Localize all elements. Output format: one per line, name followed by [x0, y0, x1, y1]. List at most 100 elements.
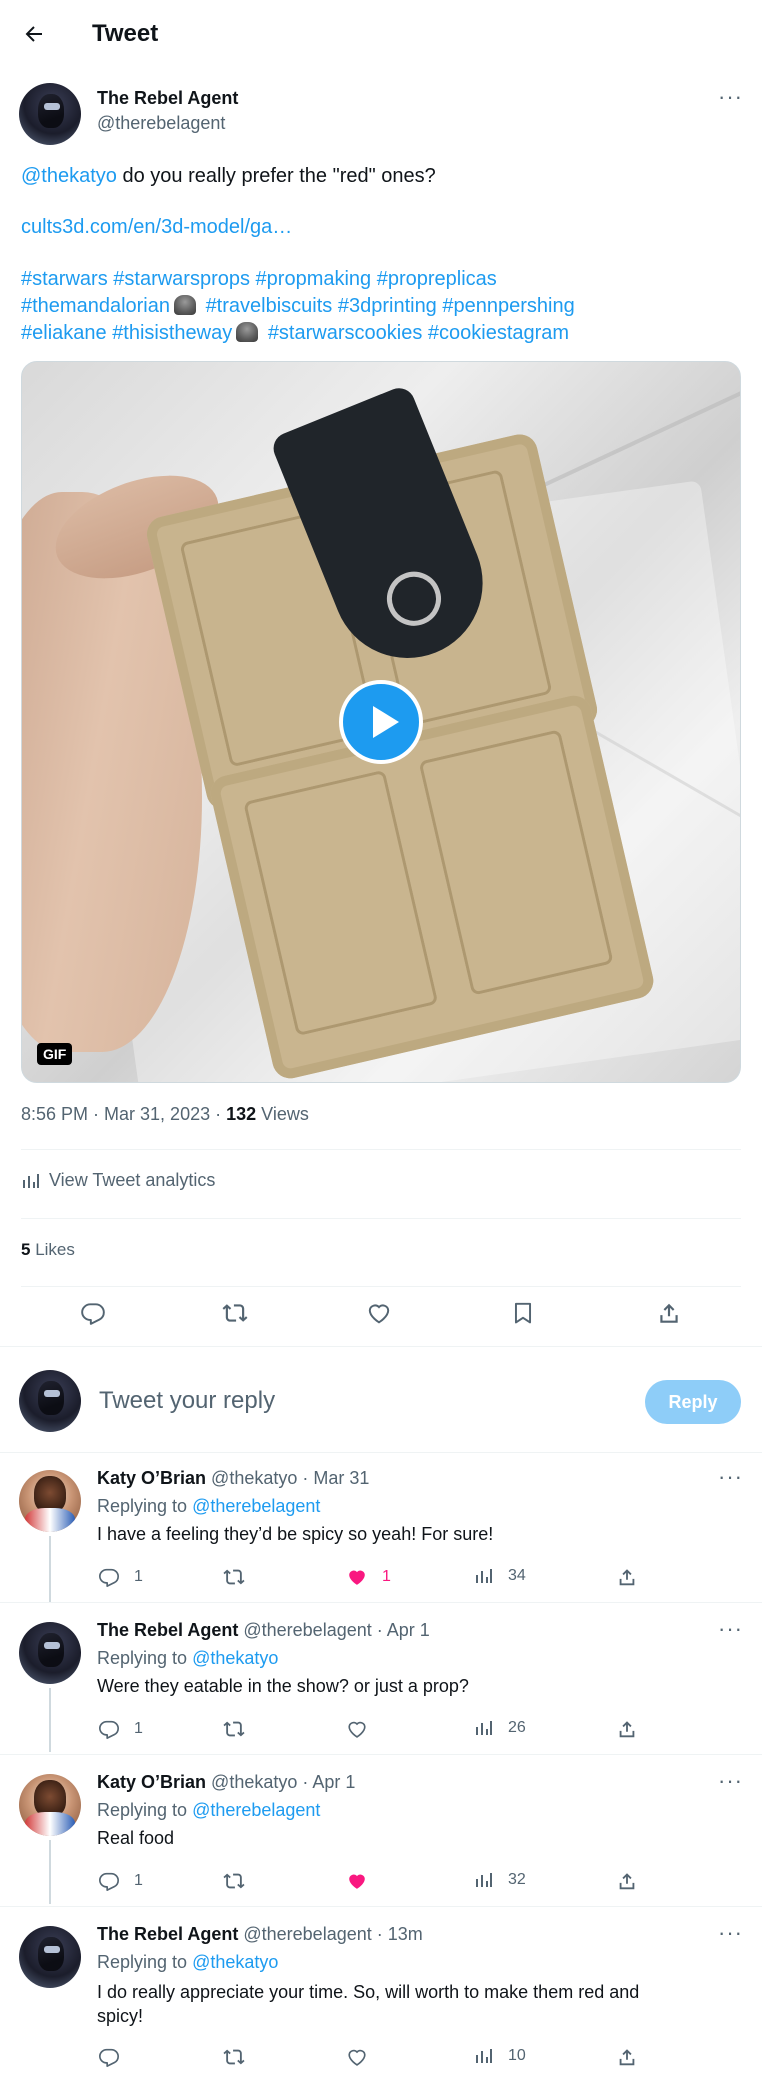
reply-avatar[interactable]: [19, 1470, 81, 1532]
hashtag[interactable]: #thisistheway: [112, 322, 232, 344]
reply-action[interactable]: [98, 2046, 134, 2068]
views-action[interactable]: 32: [474, 1870, 526, 1890]
gif-badge: GIF: [37, 1043, 73, 1065]
header-bar: Tweet: [0, 0, 762, 66]
like-action[interactable]: [346, 2046, 382, 2068]
reply-author-handle[interactable]: @thekatyo: [211, 1468, 297, 1488]
author-name[interactable]: The Rebel Agent: [97, 88, 238, 109]
replying-link[interactable]: @thekatyo: [192, 1648, 278, 1668]
reply-header: Katy O’Brian @thekatyo · Mar 31: [97, 1468, 369, 1489]
more-icon[interactable]: ···: [718, 1618, 743, 1640]
share-icon: [619, 1569, 635, 1586]
like-icon[interactable]: [366, 1300, 392, 1326]
reply-action[interactable]: 1: [98, 1870, 143, 1892]
views-action[interactable]: 10: [474, 2046, 526, 2066]
reply-author-name[interactable]: The Rebel Agent: [97, 1924, 238, 1944]
hashtag[interactable]: #starwarsprops: [113, 268, 250, 290]
reply-avatar[interactable]: [19, 1774, 81, 1836]
hashtag[interactable]: #cookiestagram: [428, 322, 569, 344]
retweet-action[interactable]: [223, 1870, 259, 1892]
hashtag[interactable]: #propmaking: [256, 268, 372, 290]
helmet-emoji-icon: [236, 322, 259, 342]
replying-link[interactable]: @therebelagent: [192, 1496, 320, 1516]
hashtag[interactable]: #eliakane: [21, 322, 107, 344]
views-icon: [476, 1569, 492, 1583]
share-action[interactable]: [616, 1566, 638, 1588]
share-action[interactable]: [616, 2046, 638, 2068]
analytics-link[interactable]: View Tweet analytics: [21, 1170, 215, 1191]
tweet-body: do you really prefer the "red" ones?: [122, 165, 436, 187]
author-avatar[interactable]: [19, 83, 81, 145]
views-count: 132: [226, 1104, 257, 1124]
like-action[interactable]: [346, 1718, 382, 1740]
mention-link[interactable]: @thekatyo: [21, 165, 117, 187]
reply-author-name[interactable]: The Rebel Agent: [97, 1620, 238, 1640]
more-icon[interactable]: ···: [718, 86, 743, 108]
share-action[interactable]: [616, 1870, 638, 1892]
more-icon[interactable]: ···: [718, 1466, 743, 1488]
like-action[interactable]: [346, 1870, 382, 1892]
reply-action[interactable]: 1: [98, 1718, 143, 1740]
reply-time[interactable]: · Apr 1: [302, 1772, 355, 1792]
tweet-url[interactable]: cults3d.com/en/3d-model/ga…: [21, 216, 292, 239]
views-action[interactable]: 34: [474, 1566, 526, 1586]
reply-text-line: spicy!: [97, 2006, 144, 2026]
reply-text: I do really appreciate your time. So, wi…: [97, 1980, 737, 2028]
replying-link[interactable]: @thekatyo: [192, 1952, 278, 1972]
hashtag[interactable]: #starwars: [21, 268, 108, 290]
replying-link[interactable]: @therebelagent: [192, 1800, 320, 1820]
retweet-action[interactable]: [223, 1718, 259, 1740]
reply-author-handle[interactable]: @thekatyo: [211, 1772, 297, 1792]
share-icon[interactable]: [656, 1300, 682, 1326]
reply-avatar[interactable]: [19, 1622, 81, 1684]
back-arrow-icon[interactable]: [22, 22, 46, 46]
like-action[interactable]: 1: [346, 1566, 391, 1588]
composer-avatar: [19, 1370, 81, 1432]
reply-time[interactable]: · Mar 31: [302, 1468, 369, 1488]
reply-action[interactable]: 1: [98, 1566, 143, 1588]
reply-author-handle[interactable]: @therebelagent: [243, 1924, 371, 1944]
play-icon[interactable]: [339, 680, 423, 764]
hashtag[interactable]: #travelbiscuits: [206, 295, 333, 317]
reply-button[interactable]: Reply: [645, 1380, 741, 1424]
hashtag[interactable]: #pennpershing: [442, 295, 574, 317]
tweet-time[interactable]: 8:56 PM · Mar 31, 2023 ·: [21, 1104, 226, 1124]
hashtag[interactable]: #starwarscookies: [268, 322, 423, 344]
hashtag[interactable]: #propreplicas: [377, 268, 497, 290]
more-icon[interactable]: ···: [718, 1922, 743, 1944]
hashtag[interactable]: #themandalorian: [21, 295, 170, 317]
like-filled-icon: [349, 1570, 365, 1585]
retweet-icon: [223, 1873, 245, 1889]
reply-time[interactable]: · 13m: [377, 1924, 423, 1944]
reply-time[interactable]: · Apr 1: [377, 1620, 430, 1640]
reply-icon[interactable]: [80, 1300, 106, 1326]
reply-author-name[interactable]: Katy O’Brian: [97, 1772, 206, 1792]
likes-summary[interactable]: 5 Likes: [21, 1240, 75, 1260]
retweet-action[interactable]: [223, 2046, 259, 2068]
reply-header: Katy O’Brian @thekatyo · Apr 1: [97, 1772, 355, 1793]
hashtag-line: #starwars #starwarsprops #propmaking #pr…: [21, 266, 741, 293]
bookmark-icon[interactable]: [510, 1300, 536, 1326]
analytics-label: View Tweet analytics: [49, 1170, 216, 1190]
views-action[interactable]: 26: [474, 1718, 526, 1738]
reply-avatar[interactable]: [19, 1926, 81, 1988]
share-action[interactable]: [616, 1718, 638, 1740]
author-handle[interactable]: @therebelagent: [97, 113, 225, 134]
more-icon[interactable]: ···: [718, 1770, 743, 1792]
media-gif[interactable]: GIF: [21, 361, 741, 1083]
retweet-icon: [223, 1569, 245, 1585]
reply-text-line: I do really appreciate your time. So, wi…: [97, 1982, 640, 2002]
reply-header: The Rebel Agent @therebelagent · Apr 1: [97, 1620, 430, 1641]
reply-input[interactable]: Tweet your reply: [99, 1387, 275, 1415]
views-count: 10: [508, 2047, 526, 2064]
reply-author-handle[interactable]: @therebelagent: [243, 1620, 371, 1640]
retweet-action[interactable]: [223, 1566, 259, 1588]
replying-prefix: Replying to: [97, 1800, 193, 1820]
share-icon: [619, 1873, 635, 1890]
reply-author-name[interactable]: Katy O’Brian: [97, 1468, 206, 1488]
replying-prefix: Replying to: [97, 1952, 193, 1972]
replying-to: Replying to @thekatyo: [97, 1648, 278, 1669]
analytics-icon: [21, 1171, 41, 1191]
hashtag[interactable]: #3dprinting: [338, 295, 437, 317]
retweet-icon[interactable]: [222, 1300, 248, 1326]
